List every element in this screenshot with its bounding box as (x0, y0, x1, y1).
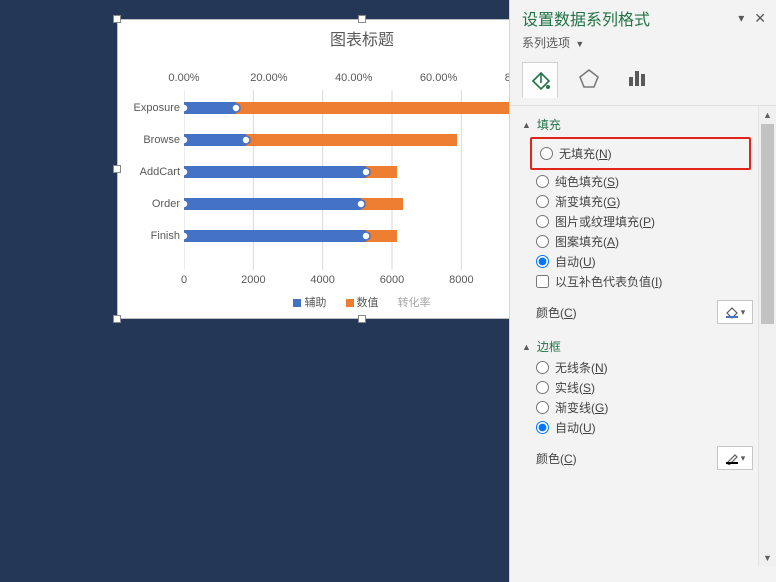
pen-icon (725, 451, 739, 465)
section-fill-label: 填充 (537, 116, 561, 133)
chevron-down-icon: ▾ (741, 453, 746, 464)
border-color-button[interactable]: ▾ (717, 446, 753, 470)
fill-option-pattern[interactable]: 图案填充(A) (536, 233, 753, 250)
resize-handle-n[interactable] (358, 15, 366, 23)
category-label[interactable]: Exposure (122, 102, 180, 114)
x-tick: 2000 (241, 274, 265, 286)
radio-fill-gradient[interactable] (536, 195, 549, 208)
border-option-label: 渐变线(G) (555, 399, 608, 416)
fill-option-label: 图片或纹理填充(P) (555, 213, 655, 230)
border-option-none[interactable]: 无线条(N) (536, 359, 753, 376)
section-border-label: 边框 (537, 338, 561, 355)
fill-option-label: 自动(U) (555, 253, 596, 270)
border-color-label: 颜色(C) (536, 450, 717, 467)
pane-menu-chevron-icon[interactable]: ▾ (738, 11, 744, 25)
x-tick: 8000 (449, 274, 473, 286)
resize-handle-w[interactable] (113, 165, 121, 173)
legend-label: 辅助 (304, 297, 326, 309)
fill-option-picture[interactable]: 图片或纹理填充(P) (536, 213, 753, 230)
border-option-gradient[interactable]: 渐变线(G) (536, 399, 753, 416)
resize-handle-sw[interactable] (113, 315, 121, 323)
border-option-label: 实线(S) (555, 379, 595, 396)
fill-option-none[interactable]: 无填充(N) (540, 145, 747, 162)
format-tabs (510, 57, 776, 106)
checkbox-invert-negative[interactable] (536, 275, 549, 288)
x-tick: 6000 (380, 274, 404, 286)
fill-option-gradient[interactable]: 渐变填充(G) (536, 193, 753, 210)
fill-option-label: 图案填充(A) (555, 233, 619, 250)
fill-color-label: 颜色(C) (536, 304, 717, 321)
annotation-highlight: 无填充(N) (530, 137, 751, 170)
border-color-row: 颜色(C) ▾ (536, 446, 753, 470)
legend-entry-val[interactable]: 数值 (346, 297, 379, 309)
close-icon[interactable]: ✕ (754, 10, 766, 27)
vertical-scrollbar[interactable]: ▲ ▼ (758, 106, 776, 566)
scrollbar-up-icon[interactable]: ▲ (759, 106, 776, 123)
radio-fill-pattern[interactable] (536, 235, 549, 248)
fill-option-label: 纯色填充(S) (555, 173, 619, 190)
resize-handle-s[interactable] (358, 315, 366, 323)
format-pane: 设置数据系列格式 ▾ ✕ 系列选项 ▼ ▲ 填充 无填充(N) (509, 0, 776, 582)
scrollbar-thumb[interactable] (761, 124, 774, 324)
radio-fill-auto[interactable] (536, 255, 549, 268)
category-label[interactable]: Order (122, 198, 180, 210)
barchart-icon (626, 67, 648, 89)
collapse-triangle-icon: ▲ (522, 120, 531, 130)
pentagon-icon (578, 67, 600, 89)
resize-handle-nw[interactable] (113, 15, 121, 23)
tab-series-options[interactable] (620, 61, 654, 95)
format-pane-body: ▲ 填充 无填充(N) 纯色填充(S) 渐变填充(G) 图片或纹理填充(P) (510, 106, 776, 566)
format-pane-title: 设置数据系列格式 (522, 6, 728, 30)
series-options-dropdown[interactable]: 系列选项 ▼ (510, 34, 776, 57)
radio-border-auto[interactable] (536, 421, 549, 434)
category-label[interactable]: Browse (122, 134, 180, 146)
x2-tick: 40.00% (335, 72, 372, 84)
x-tick: 0 (181, 274, 187, 286)
radio-border-solid[interactable] (536, 381, 549, 394)
radio-border-none[interactable] (536, 361, 549, 374)
tab-effects[interactable] (572, 61, 606, 95)
border-option-label: 无线条(N) (555, 359, 608, 376)
radio-fill-picture[interactable] (536, 215, 549, 228)
section-fill-header[interactable]: ▲ 填充 (522, 116, 753, 133)
fill-color-button[interactable]: ▾ (717, 300, 753, 324)
x2-tick: 0.00% (168, 72, 199, 84)
format-scroll-area: ▲ 填充 无填充(N) 纯色填充(S) 渐变填充(G) 图片或纹理填充(P) (510, 106, 759, 566)
fill-color-row: 颜色(C) ▾ (536, 300, 753, 324)
border-option-solid[interactable]: 实线(S) (536, 379, 753, 396)
legend-entry-rate[interactable]: 转化率 (398, 297, 431, 309)
fill-option-label: 无填充(N) (559, 145, 612, 162)
legend-swatch-aux (293, 299, 301, 307)
fill-option-invert[interactable]: 以互补色代表负值(I) (536, 273, 753, 290)
collapse-triangle-icon: ▲ (522, 342, 531, 352)
x2-tick: 60.00% (420, 72, 457, 84)
chevron-down-icon: ▼ (575, 39, 584, 49)
legend-swatch-val (346, 299, 354, 307)
fill-option-auto[interactable]: 自动(U) (536, 253, 753, 270)
format-pane-header: 设置数据系列格式 ▾ ✕ (510, 0, 776, 34)
fill-option-label: 渐变填充(G) (555, 193, 620, 210)
radio-fill-none[interactable] (540, 147, 553, 160)
legend-entry-aux[interactable]: 辅助 (293, 297, 326, 309)
paint-bucket-icon (725, 305, 739, 319)
x-tick: 4000 (310, 274, 334, 286)
paint-bucket-icon (529, 69, 551, 91)
category-label[interactable]: Finish (122, 230, 180, 242)
section-border-header[interactable]: ▲ 边框 (522, 338, 753, 355)
border-option-auto[interactable]: 自动(U) (536, 419, 753, 436)
x2-tick: 20.00% (250, 72, 287, 84)
scrollbar-down-icon[interactable]: ▼ (759, 549, 776, 566)
tab-fill-and-line[interactable] (522, 62, 558, 98)
fill-option-label: 以互补色代表负值(I) (555, 273, 662, 290)
fill-option-solid[interactable]: 纯色填充(S) (536, 173, 753, 190)
legend-label: 转化率 (398, 297, 431, 309)
border-option-label: 自动(U) (555, 419, 596, 436)
series-options-label: 系列选项 (522, 36, 570, 50)
legend-label: 数值 (357, 297, 379, 309)
category-label[interactable]: AddCart (122, 166, 180, 178)
radio-border-gradient[interactable] (536, 401, 549, 414)
radio-fill-solid[interactable] (536, 175, 549, 188)
chevron-down-icon: ▾ (741, 307, 746, 318)
